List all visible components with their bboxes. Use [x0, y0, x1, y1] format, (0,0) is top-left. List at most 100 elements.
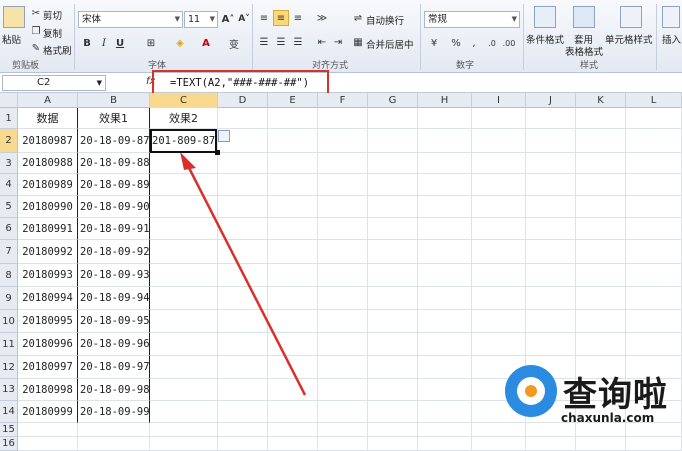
- cell[interactable]: 20-18-09-91: [78, 218, 150, 240]
- cell[interactable]: [472, 108, 526, 129]
- row-header[interactable]: 12: [0, 356, 18, 379]
- align-top-icon[interactable]: ≡: [256, 10, 272, 26]
- cell[interactable]: [626, 153, 682, 174]
- cell[interactable]: [218, 379, 268, 401]
- increase-indent-icon[interactable]: ⇥: [330, 34, 346, 50]
- orientation-icon[interactable]: ≫: [314, 10, 330, 26]
- cell[interactable]: [268, 108, 318, 129]
- cell[interactable]: [526, 287, 576, 310]
- column-header[interactable]: E: [268, 93, 318, 108]
- cell[interactable]: [368, 129, 418, 153]
- row-header[interactable]: 1: [0, 108, 18, 129]
- cell[interactable]: [626, 287, 682, 310]
- cell[interactable]: 20180987: [18, 129, 78, 153]
- cell[interactable]: [526, 264, 576, 287]
- column-header[interactable]: F: [318, 93, 368, 108]
- cell[interactable]: [318, 401, 368, 423]
- paste-button[interactable]: 粘贴: [2, 32, 21, 46]
- cell[interactable]: [218, 264, 268, 287]
- cell[interactable]: [368, 310, 418, 333]
- cell[interactable]: [576, 153, 626, 174]
- cell[interactable]: [368, 437, 418, 451]
- cell[interactable]: [418, 401, 472, 423]
- cell[interactable]: [150, 218, 218, 240]
- scissors-icon[interactable]: ✂: [28, 5, 44, 21]
- number-format-select[interactable]: 常规 ▼: [424, 11, 520, 28]
- cell[interactable]: [218, 423, 268, 437]
- cell[interactable]: [150, 356, 218, 379]
- cell[interactable]: [626, 240, 682, 264]
- wrap-text-icon[interactable]: ⇌: [350, 10, 366, 26]
- font-name-select[interactable]: 宋体 ▼: [78, 11, 183, 28]
- column-header[interactable]: A: [18, 93, 78, 108]
- cell[interactable]: [368, 196, 418, 218]
- cell[interactable]: [626, 264, 682, 287]
- cell[interactable]: [418, 333, 472, 356]
- conditional-format-icon[interactable]: [534, 6, 556, 28]
- cell[interactable]: [418, 196, 472, 218]
- cell[interactable]: [368, 401, 418, 423]
- cell[interactable]: 20180991: [18, 218, 78, 240]
- cell[interactable]: [318, 379, 368, 401]
- cell[interactable]: [368, 240, 418, 264]
- cell[interactable]: [268, 174, 318, 196]
- cell[interactable]: [268, 379, 318, 401]
- cell[interactable]: 20180996: [18, 333, 78, 356]
- cell-styles-button[interactable]: 单元格样式: [605, 32, 653, 46]
- cell[interactable]: 20-18-09-90: [78, 196, 150, 218]
- underline-button[interactable]: U: [112, 35, 128, 51]
- align-bottom-icon[interactable]: ≡: [290, 10, 306, 26]
- cell[interactable]: 20-18-09-98: [78, 379, 150, 401]
- cell[interactable]: [418, 356, 472, 379]
- cell[interactable]: [18, 423, 78, 437]
- cell[interactable]: [150, 196, 218, 218]
- cell[interactable]: 20-18-09-87: [78, 129, 150, 153]
- cell[interactable]: [576, 240, 626, 264]
- row-header[interactable]: 14: [0, 401, 18, 423]
- cell[interactable]: [268, 129, 318, 153]
- fill-color-icon[interactable]: ◈: [172, 35, 188, 51]
- align-center-icon[interactable]: ☰: [273, 34, 289, 50]
- brush-icon[interactable]: ✎: [28, 40, 44, 56]
- column-header[interactable]: J: [526, 93, 576, 108]
- cell[interactable]: [472, 129, 526, 153]
- cell[interactable]: [268, 240, 318, 264]
- cell[interactable]: [318, 108, 368, 129]
- shrink-font-icon[interactable]: A˅: [236, 11, 252, 27]
- cell[interactable]: [368, 264, 418, 287]
- row-header[interactable]: 8: [0, 264, 18, 287]
- conditional-format-button[interactable]: 条件格式: [526, 32, 564, 46]
- cell[interactable]: [368, 108, 418, 129]
- cell[interactable]: [472, 333, 526, 356]
- cell[interactable]: 20180990: [18, 196, 78, 218]
- copy-button[interactable]: 复制: [43, 26, 62, 40]
- cell[interactable]: [318, 287, 368, 310]
- cell[interactable]: [526, 153, 576, 174]
- cell[interactable]: 20180992: [18, 240, 78, 264]
- column-header[interactable]: D: [218, 93, 268, 108]
- comma-button[interactable]: ,: [466, 35, 482, 51]
- cell[interactable]: [368, 174, 418, 196]
- cell-styles-icon[interactable]: [620, 6, 642, 28]
- row-header[interactable]: 7: [0, 240, 18, 264]
- table-format-button-line2[interactable]: 表格格式: [565, 44, 603, 58]
- cell[interactable]: 20-18-09-89: [78, 174, 150, 196]
- align-middle-icon[interactable]: ≡: [273, 10, 289, 26]
- cell[interactable]: [218, 174, 268, 196]
- cell[interactable]: [368, 356, 418, 379]
- row-header[interactable]: 13: [0, 379, 18, 401]
- cell[interactable]: [268, 218, 318, 240]
- cell[interactable]: [576, 129, 626, 153]
- cell[interactable]: [418, 153, 472, 174]
- row-header[interactable]: 4: [0, 174, 18, 196]
- cell[interactable]: [150, 240, 218, 264]
- cell[interactable]: [526, 174, 576, 196]
- cell[interactable]: [150, 401, 218, 423]
- cell[interactable]: [318, 174, 368, 196]
- cell[interactable]: 20180993: [18, 264, 78, 287]
- cell[interactable]: 20180997: [18, 356, 78, 379]
- row-header[interactable]: 3: [0, 153, 18, 174]
- cell[interactable]: [576, 437, 626, 451]
- row-header[interactable]: 15: [0, 423, 18, 437]
- merge-icon[interactable]: ▦: [350, 34, 366, 50]
